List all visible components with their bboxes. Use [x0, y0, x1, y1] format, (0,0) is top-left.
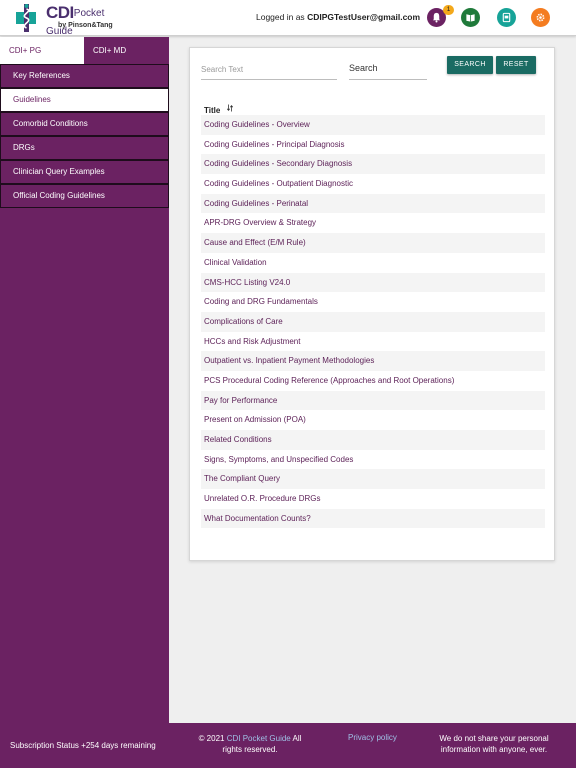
list-item[interactable]: Complications of Care: [201, 311, 545, 332]
copyright-prefix: © 2021: [198, 734, 225, 743]
subscription-status: Subscription Status +254 days remaining: [10, 741, 156, 750]
notification-count-badge: 1: [443, 5, 454, 15]
logged-in-status: Logged in as CDIPGTestUser@gmail.com: [256, 12, 420, 22]
settings-button[interactable]: [531, 8, 550, 27]
logo-byline: by Pinson&Tang: [58, 22, 113, 29]
reset-button[interactable]: RESET: [496, 56, 536, 74]
list-item[interactable]: Coding Guidelines - Outpatient Diagnosti…: [201, 174, 545, 194]
privacy-policy-link[interactable]: Privacy policy: [348, 733, 397, 742]
privacy-notice: We do not share your personal informatio…: [439, 734, 549, 754]
tab-cdi-md[interactable]: CDI+ MD: [84, 37, 169, 64]
list-item[interactable]: Signs, Symptoms, and Unspecified Codes: [201, 450, 545, 470]
cdi-pocket-guide-logo[interactable]: CDIPocket Guide by Pinson&Tang: [14, 2, 130, 37]
list-item[interactable]: Present on Admission (POA): [201, 410, 545, 430]
search-button[interactable]: SEARCH: [447, 56, 493, 74]
cdi-pocket-guide-link[interactable]: CDI Pocket Guide: [227, 734, 291, 743]
list-item[interactable]: APR-DRG Overview & Strategy: [201, 213, 545, 233]
list-item[interactable]: Cause and Effect (E/M Rule): [201, 233, 545, 253]
list-item[interactable]: Unrelated O.R. Procedure DRGs: [201, 489, 545, 509]
guide-book-button[interactable]: [461, 8, 480, 27]
bell-icon: [432, 12, 441, 23]
list-item[interactable]: Related Conditions: [201, 430, 545, 450]
title-column-label: Title: [204, 106, 221, 115]
sidebar: CDI+ PG CDI+ MD Key References Guideline…: [0, 37, 169, 723]
list-item[interactable]: Outpatient vs. Inpatient Payment Methodo…: [201, 351, 545, 371]
title-column-header[interactable]: Title: [204, 104, 233, 115]
caduceus-logo-icon: [16, 4, 36, 32]
list-item[interactable]: Coding Guidelines - Overview: [201, 115, 545, 135]
list-item[interactable]: Coding Guidelines - Principal Diagnosis: [201, 135, 545, 155]
list-item[interactable]: What Documentation Counts?: [201, 508, 545, 529]
sidebar-item-drgs[interactable]: DRGs: [0, 136, 169, 160]
list-item[interactable]: Coding Guidelines - Perinatal: [201, 193, 545, 214]
app-footer: Subscription Status +254 days remaining …: [0, 723, 576, 768]
list-item[interactable]: Coding and DRG Fundamentals: [201, 292, 545, 312]
device-button[interactable]: [497, 8, 516, 27]
tab-cdi-pg[interactable]: CDI+ PG: [0, 37, 84, 64]
tablet-icon: [502, 12, 511, 23]
gear-icon: [536, 13, 545, 22]
guidelines-panel: Search SEARCH RESET Title Coding Guideli…: [189, 47, 555, 561]
app-header: CDIPocket Guide by Pinson&Tang Logged in…: [0, 0, 576, 37]
sidebar-item-guidelines[interactable]: Guidelines: [0, 88, 169, 112]
sidebar-item-official-coding-guidelines[interactable]: Official Coding Guidelines: [0, 184, 169, 208]
search-field-select[interactable]: Search: [349, 60, 427, 80]
sidebar-item-key-references[interactable]: Key References: [0, 64, 169, 88]
list-item[interactable]: Coding Guidelines - Secondary Diagnosis: [201, 154, 545, 175]
logo-brand: CDI: [46, 3, 74, 22]
list-item[interactable]: HCCs and Risk Adjustment: [201, 332, 545, 352]
sidebar-item-comorbid-conditions[interactable]: Comorbid Conditions: [0, 112, 169, 136]
sidebar-item-clinician-query-examples[interactable]: Clinician Query Examples: [0, 160, 169, 184]
logged-in-prefix: Logged in as: [256, 12, 305, 22]
guidelines-list: Coding Guidelines - Overview Coding Guid…: [201, 115, 545, 529]
list-item[interactable]: CMS-HCC Listing V24.0: [201, 272, 545, 293]
list-item[interactable]: Pay for Performance: [201, 390, 545, 411]
sort-icon[interactable]: [226, 104, 233, 112]
list-item[interactable]: Clinical Validation: [201, 253, 545, 273]
sidebar-nav: Key References Guidelines Comorbid Condi…: [0, 64, 169, 208]
search-input[interactable]: [201, 60, 337, 80]
list-item[interactable]: The Compliant Query: [201, 469, 545, 490]
copyright-notice: © 2021 CDI Pocket Guide All rights reser…: [195, 733, 305, 755]
user-email: CDIPGTestUser@gmail.com: [307, 12, 421, 22]
list-item[interactable]: PCS Procedural Coding Reference (Approac…: [201, 371, 545, 391]
book-icon: [466, 14, 475, 22]
